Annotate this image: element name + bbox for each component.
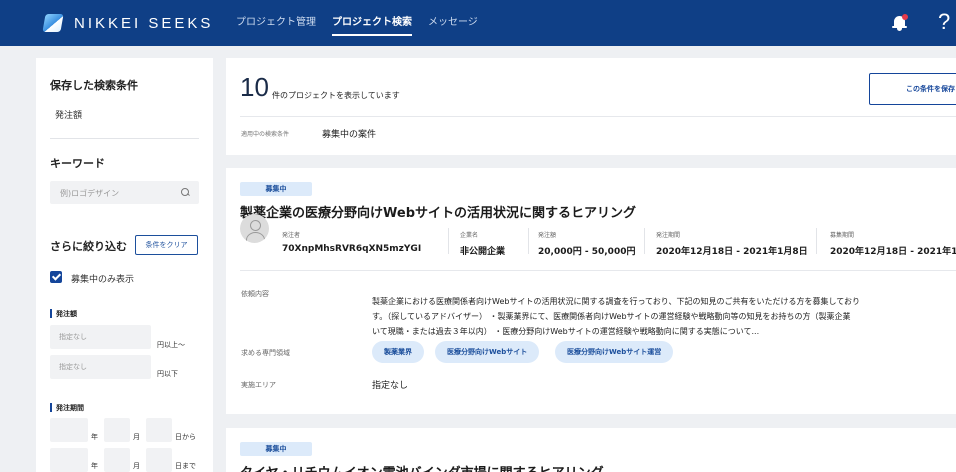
company-value: 非公開企業	[460, 247, 506, 257]
period-from-month-unit: 月	[133, 433, 140, 441]
recruiting-only-checkbox[interactable]	[50, 271, 62, 283]
amount-label: 発注額	[538, 232, 557, 239]
amount-min-field[interactable]: 指定なし	[50, 325, 151, 349]
main-nav: プロジェクト管理 プロジェクト検索 メッセージ	[236, 0, 494, 46]
amount-section-label: 発注額	[50, 309, 77, 319]
result-count: 10	[240, 72, 269, 102]
period-from-month-field[interactable]	[104, 418, 130, 442]
top-header: NIKKEI SEEKS プロジェクト管理 プロジェクト検索 メッセージ ?	[0, 0, 956, 46]
refine-title: さらに絞り込む	[50, 240, 127, 253]
nav-messages[interactable]: メッセージ	[428, 0, 478, 46]
recruit-period-value: 2020年12月18日 - 2021年1月8日	[830, 247, 956, 257]
keyword-title: キーワード	[50, 157, 105, 170]
period-to-year-unit: 年	[91, 462, 98, 470]
period-from-day-unit: 日から	[175, 433, 196, 441]
applied-conditions-value: 募集中の案件	[322, 130, 377, 140]
result-count-text: 件のプロジェクトを表示しています	[272, 91, 400, 100]
period-to-month-field[interactable]	[104, 448, 130, 472]
request-line: いて現職・または過去３年以内） ・医療分野向けWebサイトの運営経験や戦略動向に…	[372, 327, 760, 336]
request-label: 依頼内容	[241, 290, 269, 298]
meta-separator	[816, 228, 817, 254]
project-title[interactable]: 製薬企業の医療分野向けWebサイトの活用状況に関するヒアリング	[240, 202, 636, 221]
area-label: 実施エリア	[241, 381, 276, 389]
meta-separator	[644, 228, 645, 254]
period-section-label: 発注期間	[50, 403, 84, 413]
expertise-tag[interactable]: 医療分野向けWebサイト運営	[555, 341, 674, 363]
card-divider	[240, 270, 956, 271]
summary-divider	[240, 116, 956, 117]
avatar	[240, 214, 269, 243]
nav-project-search[interactable]: プロジェクト検索	[332, 0, 412, 46]
saved-conditions-title: 保存した検索条件	[50, 79, 138, 92]
status-badge: 募集中	[240, 442, 312, 456]
order-period-label: 発注期間	[656, 232, 681, 239]
notification-bell-icon[interactable]	[892, 14, 908, 32]
amount-min-unit: 円以上〜	[157, 341, 185, 349]
request-line: す。（探しているアドバイザー） ・製薬業界にて、医療関係者向けWebサイトの運営…	[372, 312, 851, 321]
area-value: 指定なし	[372, 381, 409, 391]
status-badge: 募集中	[240, 182, 312, 196]
period-to-day-field[interactable]	[146, 448, 172, 472]
nav-project-management[interactable]: プロジェクト管理	[236, 0, 316, 46]
period-from-year-unit: 年	[91, 433, 98, 441]
amount-value: 20,000円 - 50,000円	[538, 247, 636, 257]
period-from-year-field[interactable]	[50, 418, 88, 442]
results-summary: 10 件のプロジェクトを表示しています この条件を保存 適用中の検索条件 募集中…	[226, 58, 956, 155]
order-period-value: 2020年12月18日 - 2021年1月8日	[656, 247, 808, 257]
orderer-label: 発注者	[282, 232, 301, 239]
expertise-tag[interactable]: 製薬業界	[372, 341, 424, 363]
company-label: 企業名	[460, 232, 479, 239]
period-to-year-field[interactable]	[50, 448, 88, 472]
project-card[interactable]: 募集中 タイヤ・リチウムイオン電池バインダ市場に関するヒアリング	[226, 428, 956, 472]
logo-text: NIKKEI SEEKS	[74, 14, 214, 32]
saved-condition-item[interactable]: 発注額	[55, 108, 82, 121]
meta-separator	[448, 228, 449, 254]
keyword-input[interactable]	[50, 182, 170, 205]
expertise-label: 求める専門領域	[241, 349, 290, 357]
keyword-search-box	[50, 181, 199, 205]
period-from-day-field[interactable]	[146, 418, 172, 442]
logo[interactable]: NIKKEI SEEKS	[44, 14, 213, 32]
expertise-tag[interactable]: 医療分野向けWebサイト	[435, 341, 540, 363]
search-sidebar: 保存した検索条件 発注額 キーワード さらに絞り込む 条件をクリア 募集中のみ表…	[36, 58, 213, 472]
meta-separator	[528, 228, 529, 254]
notification-dot	[902, 14, 908, 20]
project-title[interactable]: タイヤ・リチウムイオン電池バインダ市場に関するヒアリング	[240, 462, 604, 472]
orderer-value: 70XnpMhsRVR6qXN5mzYGI	[282, 244, 422, 254]
amount-max-unit: 円以下	[157, 370, 178, 378]
help-icon[interactable]: ?	[938, 9, 950, 35]
clear-conditions-button[interactable]: 条件をクリア	[135, 235, 198, 255]
project-card[interactable]: 募集中 製薬企業の医療分野向けWebサイトの活用状況に関するヒアリング 発注者 …	[226, 168, 956, 414]
sidebar-divider	[50, 138, 199, 139]
search-icon[interactable]	[181, 188, 190, 197]
amount-max-field[interactable]: 指定なし	[50, 355, 151, 379]
recruit-period-label: 募集期間	[830, 232, 855, 239]
request-line: 製薬企業における医療関係者向けWebサイトの活用状況に関する調査を行っており、下…	[372, 297, 860, 306]
logo-mark-icon	[44, 14, 62, 32]
period-to-day-unit: 日まで	[175, 462, 196, 470]
applied-conditions-label: 適用中の検索条件	[241, 131, 290, 138]
recruiting-only-label: 募集中のみ表示	[71, 275, 135, 285]
save-condition-button[interactable]: この条件を保存	[869, 73, 956, 105]
period-to-month-unit: 月	[133, 462, 140, 470]
request-description: 製薬企業における医療関係者向けWebサイトの活用状況に関する調査を行っており、下…	[372, 294, 956, 339]
